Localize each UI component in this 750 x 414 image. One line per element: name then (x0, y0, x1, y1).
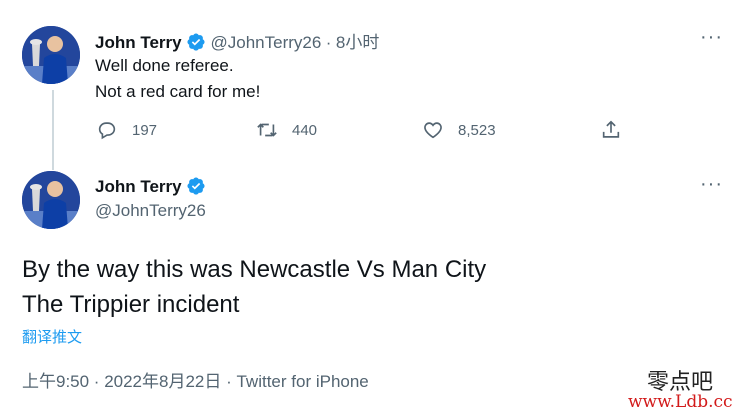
tweet-text: Well done referee. Not a red card for me… (95, 53, 260, 105)
author-handle[interactable]: @JohnTerry26 (211, 33, 322, 52)
more-options-icon[interactable]: ··· (700, 173, 723, 196)
tweet-text-line: Not a red card for me! (95, 82, 261, 101)
main-tweet-text: By the way this was Newcastle Vs Man Cit… (22, 252, 486, 322)
tweet-text-line: By the way this was Newcastle Vs Man Cit… (22, 256, 487, 283)
share-icon (602, 120, 620, 138)
main-tweet-author: John Terry @JohnTerry26 (95, 176, 206, 221)
author-handle[interactable]: @JohnTerry26 (95, 201, 206, 221)
like-button[interactable]: 8,523 (422, 119, 496, 141)
verified-badge-icon (187, 177, 205, 195)
timestamp[interactable]: 8小时 (336, 33, 379, 52)
retweet-button[interactable]: 440 (256, 119, 317, 141)
heart-icon (424, 122, 442, 139)
reply-count: 197 (132, 121, 158, 139)
author-name[interactable]: John Terry (95, 177, 182, 196)
reply-icon (98, 122, 116, 140)
retweet-count: 440 (292, 121, 318, 139)
thread-connector (52, 90, 54, 170)
avatar[interactable] (22, 171, 80, 229)
more-options-icon[interactable]: ··· (700, 26, 723, 49)
like-count: 8,523 (458, 121, 496, 139)
share-button[interactable] (600, 119, 636, 141)
separator: · (325, 33, 332, 52)
tweet-timestamp-source[interactable]: 上午9:50 · 2022年8月22日 · Twitter for iPhone (22, 367, 369, 392)
author-name[interactable]: John Terry (95, 33, 182, 52)
tweet-text-line: Well done referee. (95, 56, 234, 75)
translate-tweet-link[interactable]: 翻译推文 (22, 326, 82, 347)
watermark-url: www.Ldb.cc (628, 392, 733, 412)
avatar-image (22, 171, 80, 229)
retweet-icon (257, 123, 277, 137)
reply-header: John Terry @JohnTerry26 · 8小时 (95, 28, 379, 53)
reply-button[interactable]: 197 (96, 119, 157, 141)
verified-badge-icon (187, 33, 205, 51)
avatar-image (22, 26, 80, 84)
avatar[interactable] (22, 26, 80, 84)
tweet-text-line: The Trippier incident (22, 291, 240, 318)
